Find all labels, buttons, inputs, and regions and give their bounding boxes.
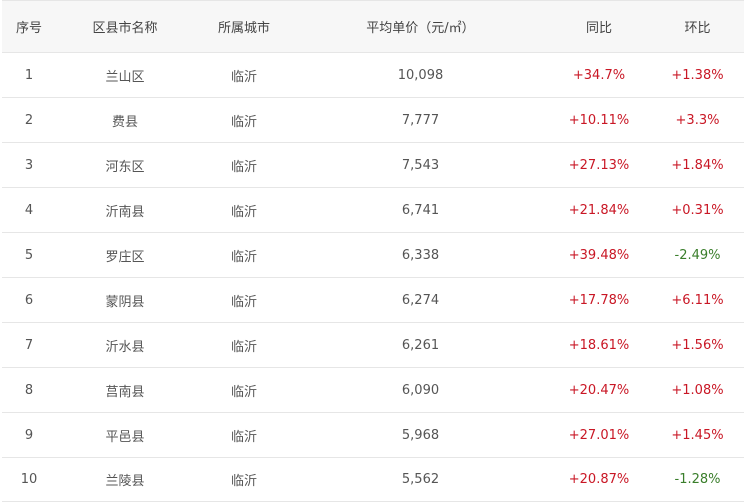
row-district: 平邑县 — [105, 429, 145, 445]
row-index: 9 — [24, 427, 34, 443]
row-mom: +1.08% — [671, 382, 724, 398]
row-city: 临沂 — [230, 159, 257, 175]
row-yoy: +21.84% — [568, 202, 630, 218]
header-city[interactable]: 所属城市 — [194, 17, 294, 36]
table-row[interactable]: 4 沂南县 临沂 6,741 +21.84% +0.31% — [2, 188, 744, 233]
table-row[interactable]: 9 平邑县 临沂 5,968 +27.01% +1.45% — [2, 413, 744, 458]
row-mom: +1.84% — [671, 157, 724, 173]
table-row[interactable]: 5 罗庄区 临沂 6,338 +39.48% -2.49% — [2, 233, 744, 278]
row-price: 6,741 — [401, 202, 440, 218]
table-row[interactable]: 7 沂水县 临沂 6,261 +18.61% +1.56% — [2, 323, 744, 368]
row-index: 4 — [24, 202, 34, 218]
table-header: 序号 区县市名称 所属城市 平均单价（元/㎡） 同比 环比 — [2, 0, 744, 53]
row-mom: -2.49% — [674, 247, 721, 263]
price-ranking-table: 序号 区县市名称 所属城市 平均单价（元/㎡） 同比 环比 1 兰山区 临沂 1… — [2, 0, 744, 502]
row-mom: +1.38% — [671, 67, 724, 83]
row-index: 3 — [24, 157, 34, 173]
row-district: 罗庄区 — [105, 249, 145, 265]
row-district: 兰陵县 — [105, 474, 145, 489]
row-index: 10 — [20, 472, 38, 487]
row-city: 临沂 — [230, 69, 257, 85]
row-mom: +3.3% — [675, 112, 720, 128]
row-mom: +1.45% — [671, 427, 724, 443]
row-index: 5 — [24, 247, 34, 263]
row-yoy: +34.7% — [572, 67, 626, 83]
header-district[interactable]: 区县市名称 — [56, 17, 194, 36]
row-city: 临沂 — [230, 339, 257, 355]
row-price: 6,274 — [401, 292, 440, 308]
row-city: 临沂 — [230, 114, 257, 130]
row-yoy: +20.87% — [568, 472, 630, 487]
row-price: 10,098 — [397, 67, 444, 83]
row-index: 2 — [24, 112, 34, 128]
row-index: 1 — [24, 67, 34, 83]
row-district: 兰山区 — [105, 69, 145, 85]
row-yoy: +27.13% — [568, 157, 630, 173]
row-district: 莒南县 — [105, 384, 145, 400]
table-row[interactable]: 10 兰陵县 临沂 5,562 +20.87% -1.28% — [2, 458, 744, 502]
row-mom: +6.11% — [671, 292, 724, 308]
row-city: 临沂 — [230, 204, 257, 220]
row-price: 5,968 — [401, 427, 440, 443]
row-yoy: +10.11% — [568, 112, 630, 128]
row-city: 临沂 — [230, 384, 257, 400]
row-price: 7,777 — [401, 112, 440, 128]
table-row[interactable]: 2 费县 临沂 7,777 +10.11% +3.3% — [2, 98, 744, 143]
row-mom: +0.31% — [671, 202, 724, 218]
row-city: 临沂 — [230, 294, 257, 310]
row-index: 8 — [24, 382, 34, 398]
row-price: 6,338 — [401, 247, 440, 263]
header-yoy[interactable]: 同比 — [547, 17, 651, 36]
table-row[interactable]: 3 河东区 临沂 7,543 +27.13% +1.84% — [2, 143, 744, 188]
row-yoy: +17.78% — [568, 292, 630, 308]
row-district: 蒙阴县 — [105, 294, 145, 310]
row-city: 临沂 — [230, 249, 257, 265]
row-district: 费县 — [111, 114, 138, 130]
header-price[interactable]: 平均单价（元/㎡） — [294, 17, 547, 36]
row-mom: +1.56% — [671, 337, 724, 353]
row-index: 6 — [24, 292, 34, 308]
row-price: 6,090 — [401, 382, 440, 398]
row-yoy: +27.01% — [568, 427, 630, 443]
row-price: 6,261 — [401, 337, 440, 353]
row-city: 临沂 — [230, 474, 257, 489]
row-yoy: +39.48% — [568, 247, 630, 263]
row-mom: -1.28% — [674, 472, 721, 487]
row-price: 5,562 — [401, 472, 440, 487]
table-row[interactable]: 1 兰山区 临沂 10,098 +34.7% +1.38% — [2, 53, 744, 98]
row-city: 临沂 — [230, 429, 257, 445]
row-yoy: +18.61% — [568, 337, 630, 353]
row-district: 沂水县 — [105, 339, 145, 355]
table-row[interactable]: 6 蒙阴县 临沂 6,274 +17.78% +6.11% — [2, 278, 744, 323]
header-mom[interactable]: 环比 — [651, 17, 744, 36]
row-yoy: +20.47% — [568, 382, 630, 398]
header-index[interactable]: 序号 — [2, 17, 56, 36]
row-price: 7,543 — [401, 157, 440, 173]
row-district: 沂南县 — [105, 204, 145, 220]
row-district: 河东区 — [105, 159, 145, 175]
row-index: 7 — [24, 337, 34, 353]
table-row[interactable]: 8 莒南县 临沂 6,090 +20.47% +1.08% — [2, 368, 744, 413]
